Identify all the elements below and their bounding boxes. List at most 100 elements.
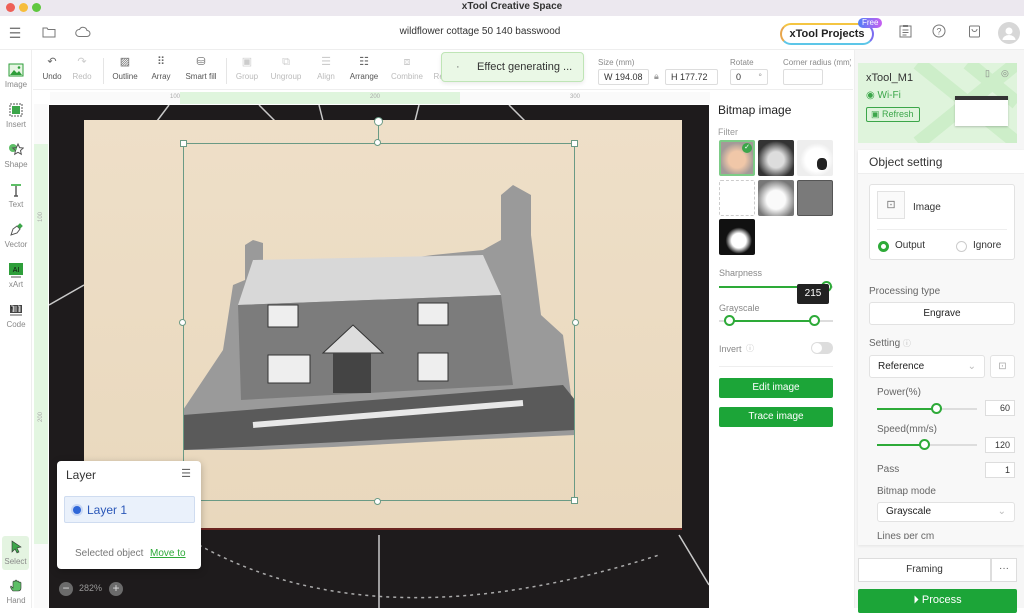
- loading-spinner-icon: ·: [456, 61, 460, 73]
- tool-select[interactable]: Select: [2, 536, 29, 570]
- ruler-tick-label: 100: [38, 211, 45, 223]
- ruler-tick-label: 200: [370, 94, 381, 100]
- info-icon[interactable]: ⓘ: [903, 339, 911, 348]
- group-button[interactable]: ▣ Group: [233, 56, 261, 81]
- combine-button[interactable]: ⧈ Combine: [389, 56, 425, 81]
- object-setting-panel: Object setting ⊡ Image Output Ignore Pro…: [858, 150, 1024, 545]
- minimize-window-button[interactable]: [19, 3, 28, 12]
- folder-icon[interactable]: [40, 24, 58, 42]
- corner-radius-input[interactable]: [783, 69, 823, 85]
- bitmap-mode-select[interactable]: Grayscale ⌄: [877, 502, 1015, 522]
- play-icon: ⏵: [913, 594, 919, 606]
- cloud-icon[interactable]: [74, 24, 92, 42]
- wifi-status: ◉ Wi-Fi: [866, 90, 901, 101]
- filter-emboss[interactable]: [797, 180, 833, 216]
- tool-shape[interactable]: Shape: [0, 142, 32, 169]
- resize-handle-right[interactable]: [572, 319, 579, 326]
- shape-icon: [8, 142, 25, 158]
- resize-handle-left[interactable]: [179, 319, 186, 326]
- setting-select[interactable]: Reference ⌄: [869, 355, 985, 378]
- resize-handle-bottom[interactable]: [374, 498, 381, 505]
- device-doc-icon[interactable]: ▯: [985, 68, 990, 79]
- object-card: ⊡ Image Output Ignore: [869, 184, 1015, 260]
- filter-original[interactable]: ✓: [719, 140, 755, 176]
- outline-button[interactable]: ▨ Outline: [109, 56, 141, 81]
- filter-threshold[interactable]: [719, 219, 755, 255]
- align-button[interactable]: ☰ Align: [313, 56, 339, 81]
- shop-icon[interactable]: [965, 24, 983, 42]
- output-radio[interactable]: [878, 241, 889, 252]
- more-options-button[interactable]: ···: [991, 558, 1017, 582]
- resize-handle-bottom-right[interactable]: [571, 497, 578, 504]
- filter-sketch[interactable]: [797, 140, 833, 176]
- arrange-button[interactable]: ☷ Arrange: [347, 56, 381, 81]
- user-avatar[interactable]: [998, 22, 1020, 44]
- menu-settings-icon[interactable]: ☰: [6, 24, 24, 42]
- speed-input[interactable]: 120: [985, 437, 1015, 453]
- pass-input[interactable]: 1: [985, 462, 1015, 478]
- tool-code[interactable]: Code: [0, 302, 32, 329]
- maximize-window-button[interactable]: [32, 3, 41, 12]
- power-fill: [877, 408, 937, 410]
- ignore-radio[interactable]: [956, 241, 967, 252]
- outline-icon: ▨: [119, 56, 131, 68]
- smart-fill-button[interactable]: ⛁ Smart fill: [183, 56, 219, 81]
- framing-button[interactable]: Framing: [858, 558, 991, 582]
- ruler-tick-label: 100: [170, 94, 181, 100]
- zoom-out-button[interactable]: −: [59, 582, 73, 596]
- clipboard-icon[interactable]: [896, 24, 914, 42]
- device-settings-icon[interactable]: ◎: [1001, 68, 1009, 79]
- help-icon[interactable]: ?: [930, 24, 948, 42]
- redo-button[interactable]: ↷ Redo: [71, 56, 93, 81]
- divider: [719, 366, 833, 367]
- effect-generating-toast: · Effect generating ...: [441, 52, 584, 82]
- chevron-down-icon: ⌄: [967, 361, 976, 372]
- layer-menu-icon[interactable]: ☰: [181, 467, 191, 480]
- align-icon: ☰: [321, 56, 331, 68]
- layer-item[interactable]: Layer 1: [64, 496, 195, 523]
- edit-image-button[interactable]: Edit image: [719, 378, 833, 398]
- save-preset-icon[interactable]: ⊡: [990, 355, 1015, 378]
- tool-text[interactable]: Text: [0, 182, 32, 209]
- rotate-handle[interactable]: [374, 117, 383, 126]
- undo-button[interactable]: ↶ Undo: [41, 56, 63, 81]
- resize-handle-top[interactable]: [374, 139, 381, 146]
- resize-handle-top-left[interactable]: [180, 140, 187, 147]
- filter-grayscale[interactable]: [758, 140, 794, 176]
- trace-image-button[interactable]: Trace image: [719, 407, 833, 427]
- width-input[interactable]: W 194.08: [598, 69, 649, 85]
- power-knob[interactable]: [931, 403, 942, 414]
- selection-box[interactable]: [179, 117, 579, 505]
- filter-soft[interactable]: [758, 180, 794, 216]
- toolbar-divider: [226, 58, 227, 84]
- invert-toggle[interactable]: [811, 342, 833, 354]
- tool-xart[interactable]: AI xArt: [0, 262, 32, 289]
- zoom-in-button[interactable]: +: [109, 582, 123, 596]
- tool-image[interactable]: Image: [0, 62, 32, 89]
- info-icon[interactable]: ⓘ: [746, 343, 754, 354]
- array-button[interactable]: ⠿ Array: [148, 56, 174, 81]
- object-type: Image: [913, 202, 941, 213]
- move-to-link[interactable]: Move to: [150, 548, 186, 559]
- speed-knob[interactable]: [919, 439, 930, 450]
- height-input[interactable]: H 177.72: [665, 69, 718, 85]
- laser-machine-image: [955, 96, 1008, 126]
- process-button[interactable]: ⏵ Process: [858, 589, 1017, 613]
- device-card: xTool_M1 ◉ Wi-Fi ▣ Refresh ▯ ◎: [858, 63, 1017, 143]
- rotate-input[interactable]: 0 °: [730, 69, 768, 85]
- power-input[interactable]: 60: [985, 400, 1015, 416]
- lock-ratio-icon[interactable]: 🔒︎: [654, 71, 659, 82]
- grayscale-max-knob[interactable]: [808, 315, 820, 326]
- processing-type-label: Processing type: [869, 286, 941, 297]
- tool-hand[interactable]: Hand: [0, 578, 32, 605]
- refresh-button[interactable]: ▣ Refresh: [866, 107, 920, 122]
- filter-outline[interactable]: [719, 180, 755, 216]
- pen-icon: [8, 222, 24, 238]
- ungroup-icon: ⧉: [282, 56, 290, 68]
- ungroup-button[interactable]: ⧉ Ungroup: [267, 56, 305, 81]
- processing-type-button[interactable]: Engrave: [869, 302, 1015, 325]
- resize-handle-top-right[interactable]: [571, 140, 578, 147]
- tool-insert[interactable]: Insert: [0, 102, 32, 129]
- close-window-button[interactable]: [6, 3, 15, 12]
- tool-vector[interactable]: Vector: [0, 222, 32, 249]
